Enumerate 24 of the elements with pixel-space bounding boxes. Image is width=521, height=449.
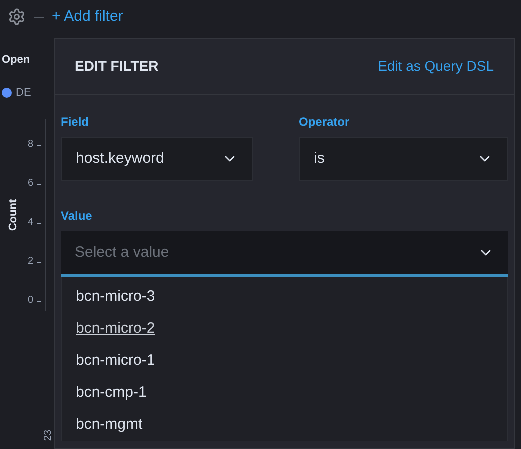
chart-title: Open: [2, 53, 32, 68]
query-dsl-link[interactable]: Edit as Query DSL: [378, 56, 494, 77]
popover-title: EDIT FILTER: [75, 57, 159, 76]
option-item[interactable]: bcn-micro-1: [62, 345, 507, 377]
y-axis-label: Count: [6, 199, 21, 231]
option-item[interactable]: bcn-mgmt: [62, 409, 507, 441]
option-item[interactable]: bcn-micro-2: [62, 313, 507, 345]
value-combobox[interactable]: Select a value: [61, 231, 508, 277]
option-item[interactable]: bcn-micro-3: [62, 281, 507, 313]
field-label: Field: [61, 114, 90, 131]
settings-icon[interactable]: [8, 8, 26, 26]
option-item[interactable]: bcn-cmp-1: [62, 377, 507, 409]
y-tick-label: 2: [28, 256, 34, 268]
operator-label: Operator: [299, 114, 351, 131]
y-tick-label: 8: [28, 139, 34, 151]
legend-label: DE: [16, 86, 32, 100]
x-tick-label: 23: [42, 430, 55, 442]
y-tick-label: 0: [28, 295, 34, 307]
value-label: Value: [61, 208, 94, 225]
operator-select[interactable]: is: [299, 137, 508, 181]
add-filter-link[interactable]: + Add filter: [52, 6, 124, 28]
y-tick-label: 6: [28, 178, 34, 190]
field-select[interactable]: host.keyword: [61, 137, 253, 181]
y-tick-label: 4: [28, 217, 34, 229]
